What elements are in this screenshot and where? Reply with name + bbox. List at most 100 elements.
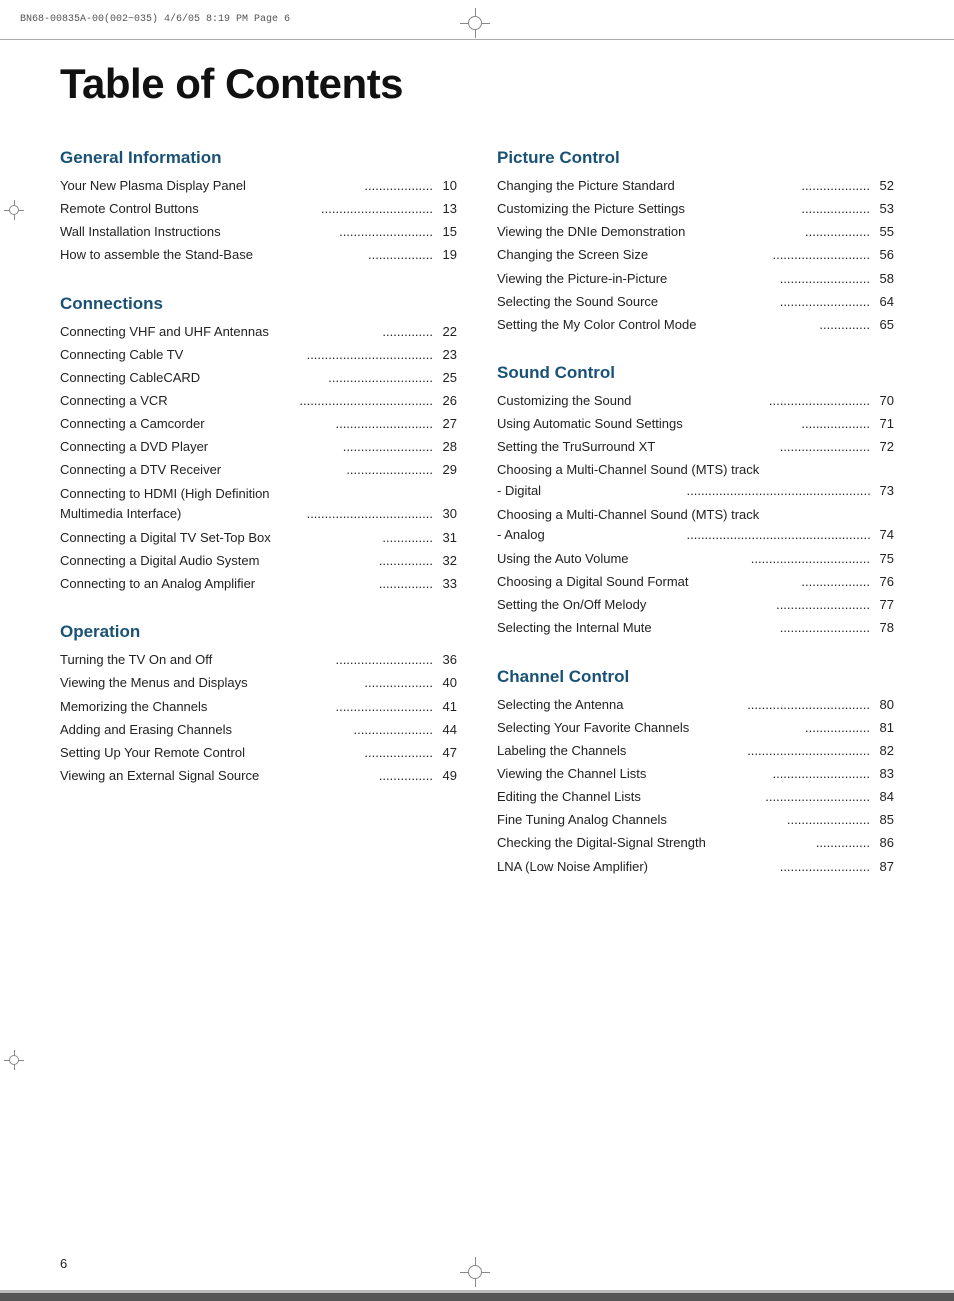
- toc-dots: ...........................: [648, 764, 872, 784]
- toc-label: Setting the My Color Control Mode: [497, 315, 698, 335]
- toc-label: Selecting the Sound Source: [497, 292, 660, 312]
- toc-page: 56: [872, 245, 894, 265]
- toc-label: Selecting Your Favorite Channels: [497, 718, 691, 738]
- toc-entry: Choosing a Digital Sound Format.........…: [497, 572, 894, 592]
- toc-dots: ...................: [685, 414, 872, 434]
- toc-page: 25: [435, 368, 457, 388]
- toc-entry: Viewing the Menus and Displays..........…: [60, 673, 457, 693]
- toc-label: Connecting to HDMI (High Definition: [60, 484, 457, 504]
- toc-page: 86: [872, 833, 894, 853]
- section-title-picture-control: Picture Control: [497, 148, 894, 168]
- toc-label: Using the Auto Volume: [497, 549, 631, 569]
- toc-label: Your New Plasma Display Panel: [60, 176, 248, 196]
- toc-label: Connecting a VCR: [60, 391, 170, 411]
- toc-dots: ...............................: [201, 199, 435, 219]
- header-text: BN68-00835A-00(002~035) 4/6/05 8:19 PM P…: [20, 14, 290, 25]
- toc-label: Multimedia Interface): [60, 504, 248, 524]
- toc-entry: Connecting a VCR........................…: [60, 391, 457, 411]
- toc-dots: ..............: [271, 322, 435, 342]
- toc-page: 13: [435, 199, 457, 219]
- toc-dots: .........................: [660, 292, 872, 312]
- toc-entry: Memorizing the Channels.................…: [60, 697, 457, 717]
- toc-entry: Using Automatic Sound Settings..........…: [497, 414, 894, 434]
- toc-entry: Connecting CableCARD....................…: [60, 368, 457, 388]
- toc-dots: ..........................: [223, 222, 435, 242]
- toc-entry: Connecting a Digital Audio System.......…: [60, 551, 457, 571]
- toc-page: 31: [435, 528, 457, 548]
- toc-page: 84: [872, 787, 894, 807]
- toc-label: Choosing a Multi-Channel Sound (MTS) tra…: [497, 505, 894, 525]
- toc-dots: ...................: [691, 572, 873, 592]
- columns: General Information Your New Plasma Displ…: [60, 148, 894, 880]
- toc-label: Adding and Erasing Channels: [60, 720, 234, 740]
- toc-page: 52: [872, 176, 894, 196]
- toc-page: 15: [435, 222, 457, 242]
- toc-label: Connecting a Digital Audio System: [60, 551, 261, 571]
- toc-dots: ..................: [255, 245, 435, 265]
- toc-label: Selecting the Antenna: [497, 695, 626, 715]
- toc-page: 22: [435, 322, 457, 342]
- toc-dots: .................................: [631, 549, 872, 569]
- toc-entry: Selecting Your Favorite Channels........…: [497, 718, 894, 738]
- toc-entry: Viewing the DNIe Demonstration..........…: [497, 222, 894, 242]
- toc-page: 77: [872, 595, 894, 615]
- toc-label: Customizing the Picture Settings: [497, 199, 687, 219]
- toc-entry: Setting the TruSurround XT..............…: [497, 437, 894, 457]
- toc-entry: Connecting to an Analog Amplifier.......…: [60, 574, 457, 594]
- toc-entry: Connecting Cable TV.....................…: [60, 345, 457, 365]
- toc-page: 78: [872, 618, 894, 638]
- toc-label: Connecting VHF and UHF Antennas: [60, 322, 271, 342]
- section-title-channel-control: Channel Control: [497, 667, 894, 687]
- section-title-general-information: General Information: [60, 148, 457, 168]
- toc-page: 81: [872, 718, 894, 738]
- toc-label: How to assemble the Stand-Base: [60, 245, 255, 265]
- toc-label: Connecting Cable TV: [60, 345, 185, 365]
- toc-dots: ..........................: [648, 595, 872, 615]
- toc-dots: ........................: [223, 460, 435, 480]
- toc-entry: Connecting VHF and UHF Antennas.........…: [60, 322, 457, 342]
- toc-dots: ...........................: [214, 650, 435, 670]
- toc-page: 80: [872, 695, 894, 715]
- toc-label: Viewing an External Signal Source: [60, 766, 261, 786]
- toc-label: Changing the Picture Standard: [497, 176, 677, 196]
- page-number: 6: [60, 1256, 67, 1271]
- toc-row: - Analog................................…: [497, 525, 894, 545]
- toc-dots: .........................: [650, 857, 872, 877]
- toc-label: Selecting the Internal Mute: [497, 618, 654, 638]
- toc-page: 53: [872, 199, 894, 219]
- toc-page: 29: [435, 460, 457, 480]
- right-column: Picture Control Changing the Picture Stan…: [497, 148, 894, 880]
- toc-dots: .........................: [654, 618, 872, 638]
- toc-label: Remote Control Buttons: [60, 199, 201, 219]
- toc-label: LNA (Low Noise Amplifier): [497, 857, 650, 877]
- toc-page: 72: [872, 437, 894, 457]
- toc-dots: ...........................: [209, 697, 435, 717]
- toc-label: - Digital: [497, 481, 685, 501]
- toc-entry: Setting Up Your Remote Control..........…: [60, 743, 457, 763]
- toc-label: Turning the TV On and Off: [60, 650, 214, 670]
- toc-entry: Customizing the Sound ..................…: [497, 391, 894, 411]
- toc-dots: ...............: [708, 833, 872, 853]
- toc-page: 23: [435, 345, 457, 365]
- toc-label: Memorizing the Channels: [60, 697, 209, 717]
- toc-dots: .........................: [669, 269, 872, 289]
- toc-entry: Selecting the Antenna...................…: [497, 695, 894, 715]
- toc-label: Wall Installation Instructions: [60, 222, 223, 242]
- toc-dots: ..................: [691, 718, 872, 738]
- toc-entry-multiline: Choosing a Multi-Channel Sound (MTS) tra…: [497, 505, 894, 545]
- toc-page: 87: [872, 857, 894, 877]
- toc-label: Setting Up Your Remote Control: [60, 743, 247, 763]
- toc-label: Customizing the Sound: [497, 391, 633, 411]
- toc-dots: ...................: [687, 199, 872, 219]
- toc-dots: ...................: [250, 673, 435, 693]
- toc-label: Changing the Screen Size: [497, 245, 650, 265]
- toc-label: Setting the On/Off Melody: [497, 595, 648, 615]
- toc-row: - Digital...............................…: [497, 481, 894, 501]
- toc-label: Viewing the DNIe Demonstration: [497, 222, 687, 242]
- toc-entry: LNA (Low Noise Amplifier)...............…: [497, 857, 894, 877]
- toc-entry: Selecting the Sound Source..............…: [497, 292, 894, 312]
- section-title-connections: Connections: [60, 294, 457, 314]
- toc-dots: ...........................: [207, 414, 435, 434]
- toc-dots: ...................: [248, 176, 435, 196]
- toc-dots: ...................................: [248, 504, 436, 524]
